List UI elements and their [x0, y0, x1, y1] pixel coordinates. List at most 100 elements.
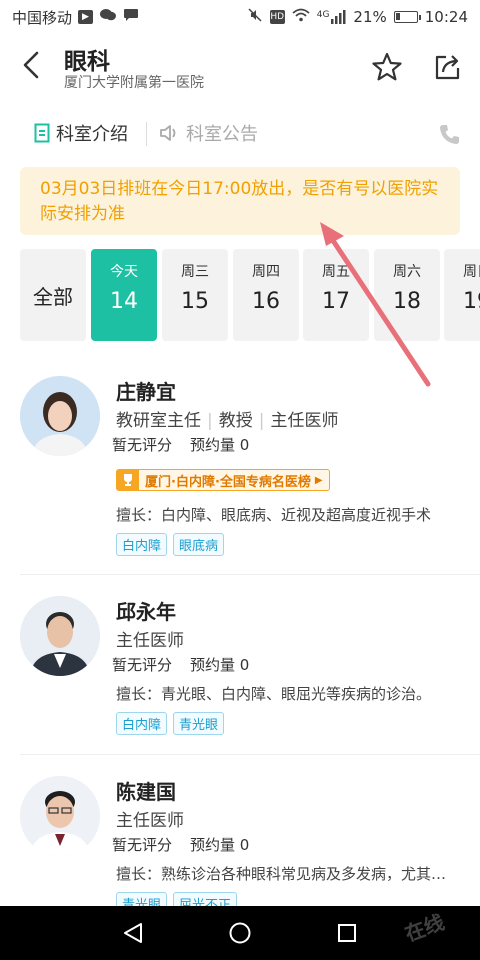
- tab-department-notice[interactable]: 科室公告: [158, 120, 258, 146]
- doctor-avatar: [20, 596, 100, 676]
- date-cell[interactable]: 今天 14: [91, 249, 157, 341]
- list-divider: [20, 574, 480, 575]
- doctor-title-item: 主任医师: [116, 811, 184, 831]
- battery-percent: 21%: [353, 8, 387, 26]
- wifi-icon: [292, 8, 310, 26]
- specialty-tag[interactable]: 眼底病: [173, 533, 225, 556]
- doctor-title-item: 教研室主任: [116, 411, 201, 431]
- date-day: 16: [252, 289, 280, 314]
- trophy-icon: [117, 470, 139, 490]
- battery-level: [395, 13, 400, 20]
- status-left: 中国移动 ▶: [12, 7, 139, 28]
- doctor-title-item: 主任医师: [270, 411, 339, 431]
- date-selector: 全部 今天 14 周三 15 周四 16 周五 17 周六 18 周日 19: [20, 247, 480, 343]
- nav-home-button[interactable]: [220, 913, 260, 953]
- star-icon: [372, 52, 402, 81]
- doctor-rating: 暂无评分: [112, 836, 173, 854]
- date-weekday: 周六: [393, 264, 421, 280]
- schedule-notice-banner: 03月03日排班在今日17:00放出，是否有号以医院实际安排为准: [20, 167, 460, 235]
- date-cell[interactable]: 周五 17: [303, 249, 369, 341]
- document-icon: [34, 123, 50, 143]
- doctor-title: 主任医师: [116, 806, 184, 831]
- battery-icon: [393, 11, 421, 23]
- doctor-tags: 白内障 青光眼: [116, 712, 225, 735]
- hd-icon: HD: [269, 10, 285, 24]
- title-separator: |: [207, 411, 213, 431]
- date-cell[interactable]: 周三 15: [162, 249, 228, 341]
- date-weekday: 周三: [181, 264, 209, 280]
- doctor-stats: 暂无评分 预约量 0: [112, 834, 249, 855]
- doctor-title: 教研室主任 | 教授 | 主任医师: [116, 406, 338, 431]
- doctor-specialty: 擅长：白内障、眼底病、近视及超高度近视手术: [116, 506, 432, 524]
- header: 眼科 厦门大学附属第一医院: [0, 34, 480, 100]
- date-weekday: 周四: [252, 264, 280, 280]
- tab-notice-label: 科室公告: [186, 124, 258, 145]
- date-cell[interactable]: 周日 19: [444, 249, 480, 341]
- favorite-button[interactable]: [368, 48, 406, 86]
- specialty-tag[interactable]: 白内障: [116, 712, 168, 735]
- status-bar: 中国移动 ▶ HD 4G 21% 10:24: [0, 0, 480, 34]
- date-day: 18: [393, 289, 421, 314]
- date-cell[interactable]: 周六 18: [374, 249, 440, 341]
- status-right: HD 4G 21% 10:24: [247, 7, 468, 27]
- doctor-name: 邱永年: [116, 600, 176, 624]
- doctor-name: 庄静宜: [116, 380, 176, 404]
- mute-icon: [247, 7, 263, 27]
- tab-department-intro[interactable]: 科室介绍: [34, 120, 128, 146]
- doctor-avatar: [20, 376, 100, 456]
- date-weekday: 周五: [322, 264, 350, 280]
- doctor-appointments: 预约量 0: [190, 436, 250, 454]
- doctor-rating: 暂无评分: [112, 656, 173, 674]
- signal-icon: 4G: [317, 10, 347, 24]
- date-day: 17: [322, 289, 350, 314]
- ranking-badge-label: 厦门·白内障·全国专病名医榜: [145, 474, 311, 490]
- date-weekday: 周日: [463, 264, 480, 280]
- circle-home-icon: [229, 922, 251, 944]
- date-weekday: 今天: [110, 264, 138, 280]
- list-divider: [20, 754, 480, 755]
- doctor-rating: 暂无评分: [112, 436, 173, 454]
- doctor-specialty: 擅长：熟练诊治各种眼科常见病及多发病，尤其擅长: [116, 865, 456, 883]
- network-type: 4G: [316, 10, 330, 20]
- tab-intro-label: 科室介绍: [56, 124, 128, 145]
- page-title: 眼科: [64, 49, 110, 75]
- doctor-tags: 白内障 眼底病: [116, 533, 225, 556]
- share-button[interactable]: [428, 48, 466, 86]
- wechat-icon: [99, 8, 117, 26]
- date-all[interactable]: 全部: [20, 249, 86, 341]
- specialty-tag[interactable]: 青光眼: [173, 712, 225, 735]
- speaker-icon: [160, 125, 176, 141]
- doctor-specialty: 擅长：青光眼、白内障、眼屈光等疾病的诊治。: [116, 685, 432, 703]
- doctor-stats: 暂无评分 预约量 0: [112, 654, 249, 675]
- video-app-icon: ▶: [78, 10, 94, 24]
- caret-right-icon: ▶: [314, 474, 323, 486]
- specialty-tag[interactable]: 白内障: [116, 533, 168, 556]
- nav-recents-button[interactable]: [327, 913, 367, 953]
- nav-back-button[interactable]: [113, 913, 153, 953]
- triangle-back-icon: [124, 923, 143, 943]
- chevron-left-icon: [23, 51, 39, 79]
- doctor-title-item: 教授: [218, 411, 253, 431]
- doctor-title: 主任医师: [116, 626, 184, 651]
- back-button[interactable]: [14, 48, 48, 82]
- tab-divider: [146, 122, 147, 146]
- doctor-appointments: 预约量 0: [190, 656, 250, 674]
- doctor-appointments: 预约量 0: [190, 836, 250, 854]
- date-cell[interactable]: 周四 16: [233, 249, 299, 341]
- title-separator: |: [258, 411, 265, 431]
- doctor-title-item: 主任医师: [116, 631, 184, 651]
- carrier-label: 中国移动: [12, 8, 73, 27]
- phone-icon: [440, 125, 459, 144]
- square-recents-icon: [337, 924, 356, 942]
- share-icon: [435, 55, 460, 80]
- date-day: 15: [181, 289, 209, 314]
- message-icon: [123, 8, 139, 26]
- call-button[interactable]: [434, 120, 464, 150]
- hospital-name: 厦门大学附属第一医院: [64, 75, 204, 91]
- doctor-stats: 暂无评分 预约量 0: [112, 434, 249, 455]
- ranking-badge[interactable]: 厦门·白内障·全国专病名医榜 ▶: [116, 469, 330, 491]
- doctor-name: 陈建国: [116, 780, 176, 804]
- clock: 10:24: [424, 8, 468, 26]
- doctor-avatar: [20, 776, 100, 856]
- date-day: 14: [110, 289, 138, 314]
